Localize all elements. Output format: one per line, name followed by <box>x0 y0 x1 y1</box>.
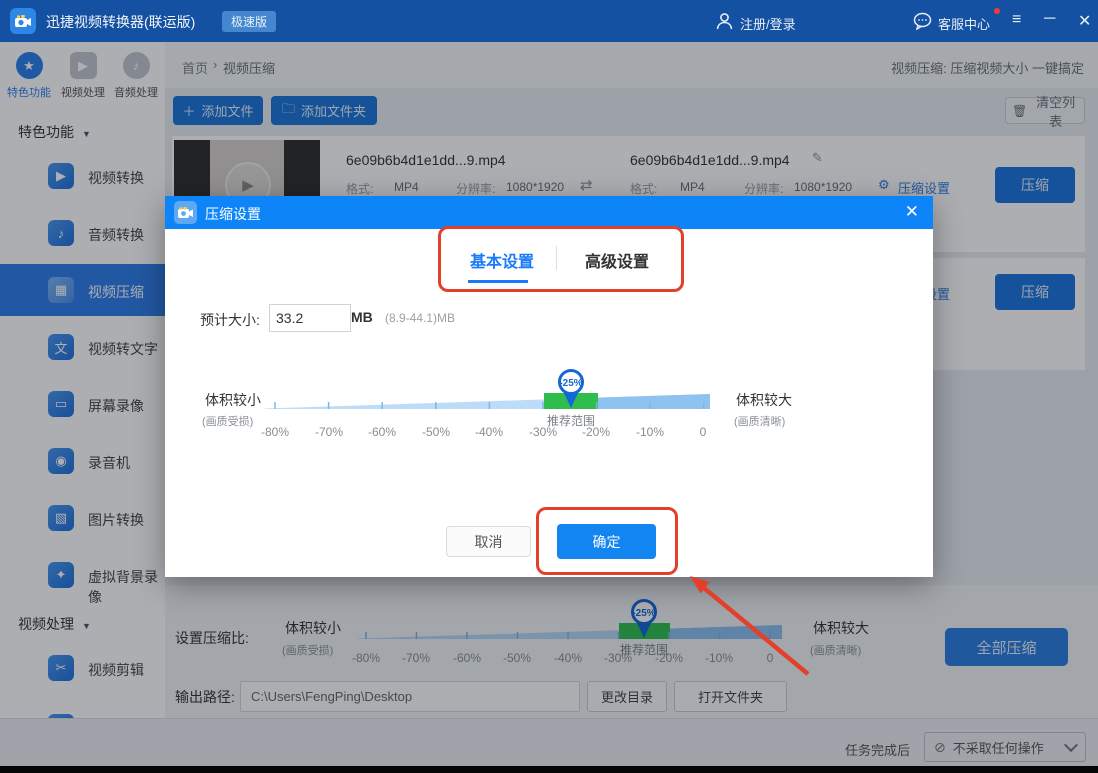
cancel-button[interactable]: 取消 <box>446 526 531 557</box>
active-tab-underline <box>468 280 528 283</box>
compression-settings-dialog: 压缩设置 ✕ 基本设置 高级设置 预计大小: MB (8.9-44.1)MB 体… <box>165 196 933 577</box>
window-close-icon[interactable]: ✕ <box>1078 11 1091 31</box>
size-unit: MB <box>351 309 373 325</box>
tick-label: -40% <box>464 425 514 439</box>
edition-badge: 极速版 <box>222 11 276 32</box>
confirm-button[interactable]: 确定 <box>557 524 656 559</box>
tick-label: -10% <box>625 425 675 439</box>
compression-ratio-slider[interactable] <box>265 392 710 410</box>
close-icon[interactable]: ✕ <box>905 202 919 222</box>
tab-advanced-settings[interactable]: 高级设置 <box>585 248 649 272</box>
tick-label: -20% <box>571 425 621 439</box>
slider-left-title: 体积较小 <box>205 390 261 410</box>
app-window: ★ 特色功能 ▶ 视频处理 ♪ 音频处理 特色功能▼ ▶ 视频转换 ♪ 音频转换… <box>0 0 1098 773</box>
dialog-title: 压缩设置 <box>205 204 261 224</box>
window-title: 迅捷视频转换器(联运版) <box>46 12 195 32</box>
user-icon <box>716 12 733 30</box>
slider-right-sub: (画质清晰) <box>734 413 785 429</box>
dialog-header: 压缩设置 ✕ <box>165 196 933 229</box>
support-chat-icon <box>913 12 932 30</box>
slider-left-sub: (画质受损) <box>202 413 253 429</box>
login-link[interactable]: 注册/登录 <box>740 14 796 33</box>
tab-basic-settings[interactable]: 基本设置 <box>470 248 534 272</box>
tick-label: -60% <box>357 425 407 439</box>
minimize-icon[interactable]: ─ <box>1044 10 1055 28</box>
notification-dot <box>994 8 1000 14</box>
app-logo-icon <box>10 8 36 34</box>
camera-icon <box>174 201 197 224</box>
title-bar: 迅捷视频转换器(联运版) 极速版 注册/登录 客服中心 ≡ ─ ✕ <box>0 0 1098 42</box>
tick-label: -70% <box>304 425 354 439</box>
slider-right-title: 体积较大 <box>736 390 792 410</box>
tick-label: -30% <box>518 425 568 439</box>
slider-marker[interactable]: -25% <box>554 368 588 410</box>
estimated-size-input[interactable] <box>269 304 351 332</box>
marker-value: -25% <box>559 378 582 389</box>
estimated-size-label: 预计大小: <box>200 310 260 330</box>
tick-label: -80% <box>250 425 300 439</box>
bottom-border <box>0 766 1098 773</box>
tab-divider <box>556 246 557 270</box>
menu-icon[interactable]: ≡ <box>1012 11 1021 29</box>
tick-label: -50% <box>411 425 461 439</box>
tick-label: 0 <box>678 425 728 439</box>
support-link[interactable]: 客服中心 <box>938 14 990 33</box>
size-range: (8.9-44.1)MB <box>385 311 455 325</box>
